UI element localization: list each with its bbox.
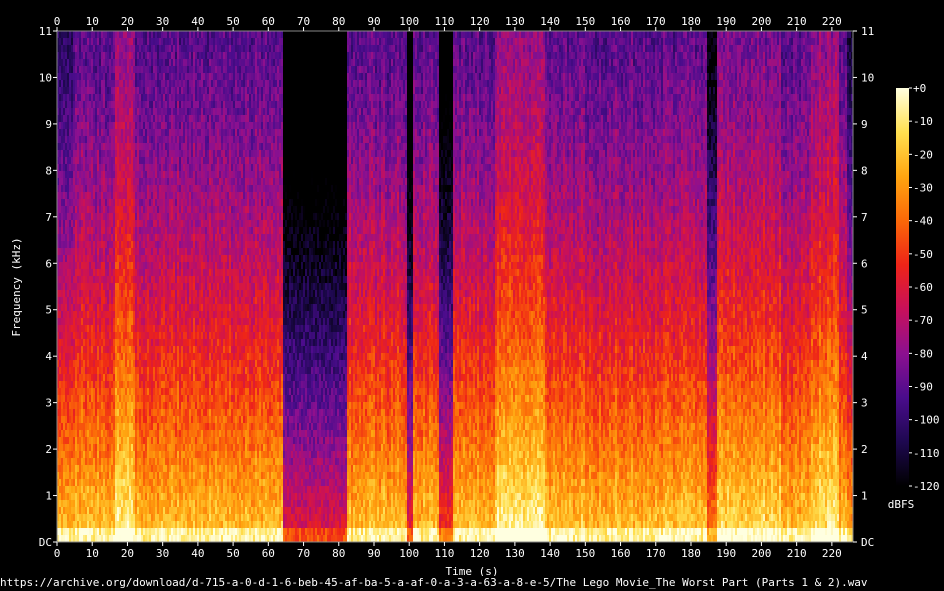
x-axis-label: Time (s) [446, 565, 499, 576]
x-tick-label-bottom: 120 [470, 547, 490, 560]
x-tick-label-bottom: 150 [575, 547, 595, 560]
y-tick-label-right: 7 [861, 211, 868, 224]
x-tick-label-bottom: 80 [332, 547, 345, 560]
x-tick-label-bottom: 50 [226, 547, 239, 560]
y-tick-label-left: 7 [45, 211, 52, 224]
x-axis-bottom: 0 10 20 30 40 50 60 70 80 90 100 110 120 130 140 150 160… [54, 542, 842, 560]
x-tick-label-bottom: 40 [191, 547, 204, 560]
y-tick-label-left: 1 [45, 490, 52, 503]
x-tick-label-top: 90 [367, 15, 380, 28]
x-axis-top: 0 10 20 30 40 50 60 70 80 90 100 110 120 130 140 150 160… [54, 15, 842, 31]
x-tick-label-bottom: 220 [822, 547, 842, 560]
y-axis-label: Frequency (kHz) [10, 237, 23, 336]
x-tick-label-top: 70 [297, 15, 310, 28]
x-tick-label-bottom: 100 [399, 547, 419, 560]
y-tick-label-right: 6 [861, 257, 868, 270]
y-tick-label-right: 1 [861, 490, 868, 503]
x-tick-label-top: 100 [399, 15, 419, 28]
x-tick-label-top: 10 [86, 15, 99, 28]
x-tick-label-bottom: 140 [540, 547, 560, 560]
colorbar-label: dBFS [888, 498, 915, 511]
colorbar-tick-label: -20 [913, 148, 933, 161]
x-tick-label-top: 200 [751, 15, 771, 28]
colorbar-tick-label: -100 [913, 414, 940, 427]
colorbar-tick-label: -110 [913, 447, 940, 460]
y-tick-label-right: 10 [861, 71, 874, 84]
y-tick-label-left: 6 [45, 257, 52, 270]
y-axis-right: DC 1 2 3 4 5 6 7 8 9 10 11 [853, 25, 874, 549]
colorbar-tick-label: -40 [913, 215, 933, 228]
source-url: https://archive.org/download/d-715-a-0-d… [0, 576, 868, 589]
x-tick-label-top: 160 [611, 15, 631, 28]
x-tick-label-top: 40 [191, 15, 204, 28]
x-tick-label-bottom: 70 [297, 547, 310, 560]
y-tick-label-right: 11 [861, 25, 874, 38]
x-tick-label-bottom: 130 [505, 547, 525, 560]
y-tick-label-right: 2 [861, 443, 868, 456]
y-tick-label-right: 8 [861, 164, 868, 177]
colorbar-tick-label: -30 [913, 182, 933, 195]
x-tick-label-top: 130 [505, 15, 525, 28]
x-tick-label-bottom: 90 [367, 547, 380, 560]
colorbar-ticks: +0 -10 -20 -30 -40 -50 -60 -70 -80 -90 -100 -110 -12… [909, 82, 940, 493]
colorbar-tick-label: -10 [913, 115, 933, 128]
x-tick-label-bottom: 160 [611, 547, 631, 560]
x-tick-label-top: 0 [54, 15, 61, 28]
y-tick-label-left: 3 [45, 397, 52, 410]
colorbar-tick-label: -50 [913, 248, 933, 261]
colorbar-tick-label: -80 [913, 347, 933, 360]
x-tick-label-bottom: 110 [434, 547, 454, 560]
x-tick-label-bottom: 210 [787, 547, 807, 560]
spectrogram-heatmap [57, 31, 853, 542]
x-tick-label-bottom: 10 [86, 547, 99, 560]
x-tick-label-top: 220 [822, 15, 842, 28]
x-tick-label-bottom: 200 [751, 547, 771, 560]
x-tick-label-top: 110 [434, 15, 454, 28]
colorbar-tick-label: -120 [913, 480, 940, 493]
x-tick-label-top: 120 [470, 15, 490, 28]
x-tick-label-top: 210 [787, 15, 807, 28]
x-tick-label-top: 140 [540, 15, 560, 28]
x-tick-label-bottom: 170 [646, 547, 666, 560]
y-tick-label-left: 9 [45, 118, 52, 131]
x-tick-label-bottom: 190 [716, 547, 736, 560]
y-tick-label-left: 4 [45, 350, 52, 363]
x-tick-label-top: 180 [681, 15, 701, 28]
y-tick-label-right: 9 [861, 118, 868, 131]
colorbar-tick-label: +0 [913, 82, 926, 95]
x-tick-label-top: 20 [121, 15, 134, 28]
y-tick-label-left: 10 [39, 71, 52, 84]
x-tick-label-top: 60 [262, 15, 275, 28]
y-tick-label-left: 2 [45, 443, 52, 456]
y-tick-label-left: 11 [39, 25, 52, 38]
x-tick-label-bottom: 20 [121, 547, 134, 560]
x-tick-label-top: 190 [716, 15, 736, 28]
x-tick-label-top: 50 [226, 15, 239, 28]
spectrogram-chart: 0 10 20 30 40 50 60 70 80 90 100 110 120 130 140 150 160… [10, 15, 940, 576]
colorbar-tick-label: -70 [913, 314, 933, 327]
x-tick-label-top: 80 [332, 15, 345, 28]
x-tick-label-top: 170 [646, 15, 666, 28]
y-axis-left: DC 1 2 3 4 5 6 7 8 9 10 11 [39, 25, 57, 549]
y-tick-label-right: 4 [861, 350, 868, 363]
y-tick-label-right: DC [861, 536, 874, 549]
x-tick-label-bottom: 60 [262, 547, 275, 560]
colorbar-tick-label: -60 [913, 281, 933, 294]
x-tick-label-bottom: 30 [156, 547, 169, 560]
colorbar [896, 88, 909, 486]
y-tick-label-right: 3 [861, 397, 868, 410]
x-tick-label-top: 150 [575, 15, 595, 28]
y-tick-label-right: 5 [861, 304, 868, 317]
x-tick-label-bottom: 180 [681, 547, 701, 560]
y-tick-label-left: 5 [45, 304, 52, 317]
y-tick-label-left: 8 [45, 164, 52, 177]
x-tick-label-bottom: 0 [54, 547, 61, 560]
y-tick-label-left: DC [39, 536, 52, 549]
x-tick-label-top: 30 [156, 15, 169, 28]
colorbar-tick-label: -90 [913, 381, 933, 394]
